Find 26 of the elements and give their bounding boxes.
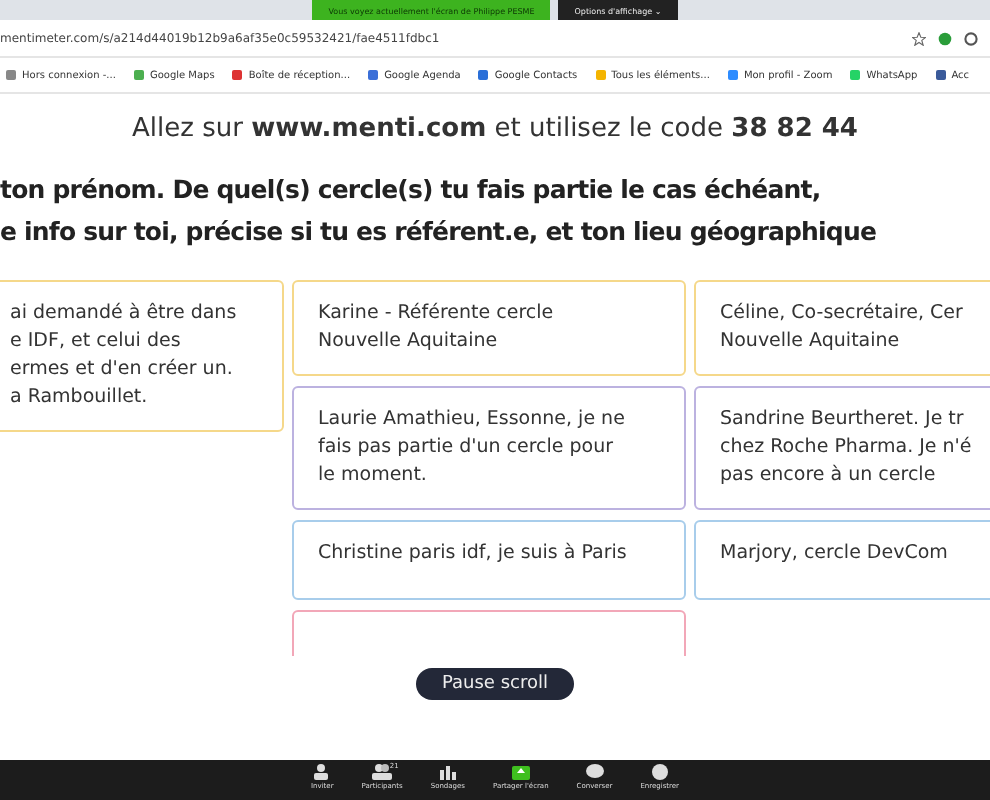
response-text: Nouvelle Aquitaine [318,328,500,356]
response-text: e IDF, et celui des [10,328,183,356]
response-text: Sandrine Beurtheret. Je tr [720,406,966,434]
response-text: Marjory, cercle DevCom [720,540,950,568]
bar-chart-icon [439,764,456,780]
response-text: Nouvelle Aquitaine [720,328,902,356]
question-text: e info sur toi, précise si tu es référent.e, et ton lieu géographique [0,214,879,250]
response-text: ai demandé à être dans [10,300,239,328]
response-text: a Rambouillet. [10,384,150,412]
response-text: chez Roche Pharma. Je n'é [720,434,974,462]
join-instructions: Allez sur www.menti.com et utilisez le code 38 82 44 [130,114,860,144]
star-icon[interactable] [912,31,926,45]
response-text: Karine - Référente cercle [318,300,556,328]
response-text: ermes et d'en créer un. [10,356,235,384]
response-text: Laurie Amathieu, Essonne, je ne [318,406,627,434]
question-text: ton prénom. De quel(s) cercle(s) tu fais partie le cas échéant, [0,172,823,208]
pause-scroll-button[interactable]: Pause scroll [416,668,574,700]
share-screen-icon [511,764,530,780]
response-text: Céline, Co-secrétaire, Cer [720,300,965,328]
chat-bubble-icon [585,764,604,780]
record-icon [651,764,668,780]
response-text: le moment. [318,462,429,490]
response-text: pas encore à un cercle [720,462,938,490]
response-text: fais pas partie d'un cercle pour [318,434,616,462]
people-icon [372,764,393,780]
response-text: Christine paris idf, je suis à Paris [318,540,629,568]
